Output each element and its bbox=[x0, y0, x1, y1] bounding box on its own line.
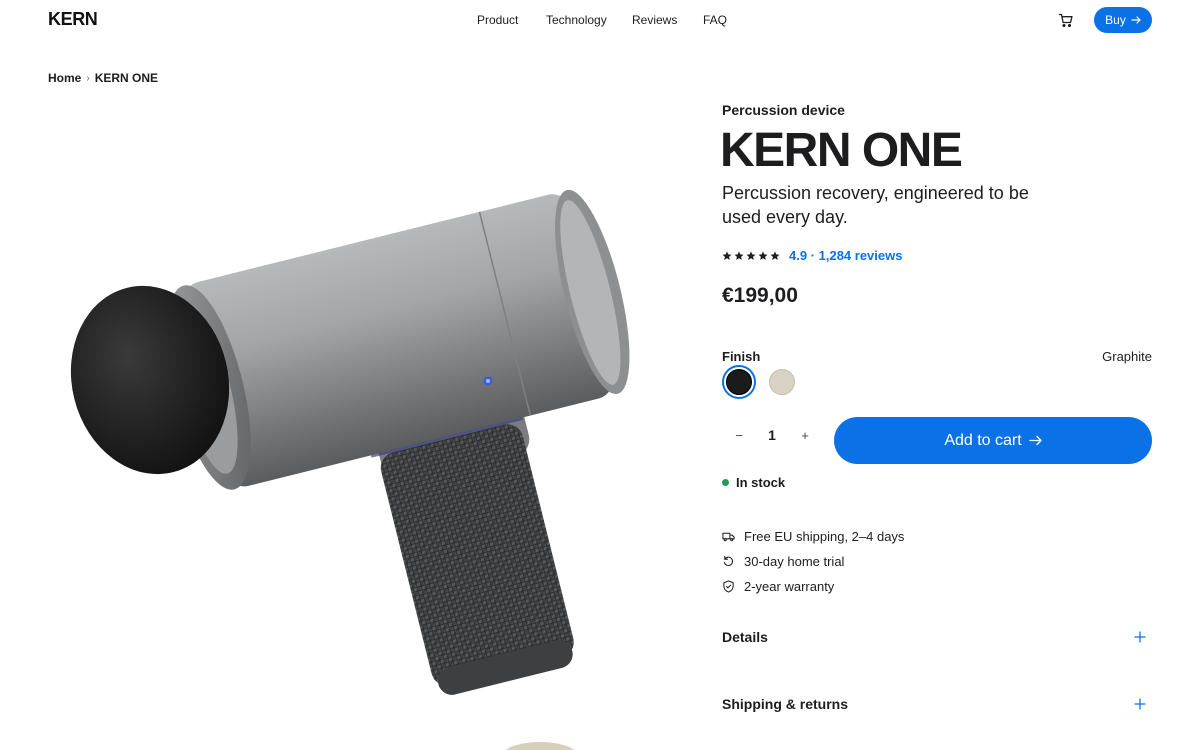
breadcrumb-home[interactable]: Home bbox=[48, 71, 81, 85]
perk-shipping: Free EU shipping, 2–4 days bbox=[722, 529, 904, 544]
accordion-title: Shipping & returns bbox=[722, 696, 848, 712]
product-price: €199,00 bbox=[722, 284, 798, 307]
chevron-right-icon: › bbox=[86, 72, 90, 84]
product-title: KERN ONE bbox=[720, 124, 963, 177]
site-header: KERN Product Technology Reviews FAQ Buy bbox=[0, 0, 1200, 40]
product-eyebrow: Percussion device bbox=[722, 102, 845, 118]
add-to-cart-button[interactable]: Add to cart bbox=[834, 417, 1152, 464]
star-icon bbox=[770, 251, 780, 260]
accordion-details[interactable]: Details bbox=[722, 629, 1152, 645]
perk-trial: 30-day home trial bbox=[722, 554, 844, 569]
swatch-sand[interactable] bbox=[769, 369, 795, 395]
shield-icon bbox=[723, 580, 734, 593]
star-icon bbox=[722, 251, 732, 260]
arrow-right-icon bbox=[1029, 435, 1042, 446]
return-icon bbox=[723, 555, 734, 566]
stock-status: In stock bbox=[722, 475, 785, 490]
buy-button-label: Buy bbox=[1105, 13, 1126, 27]
nav-item-faq[interactable]: FAQ bbox=[703, 13, 727, 27]
nav-item-product[interactable]: Product bbox=[477, 13, 518, 27]
truck-icon bbox=[722, 532, 735, 542]
nav-item-reviews[interactable]: Reviews bbox=[632, 13, 677, 27]
stock-label: In stock bbox=[736, 475, 786, 490]
quantity-stepper: − 1 + bbox=[722, 417, 822, 453]
status-dot bbox=[722, 479, 729, 486]
star-rating bbox=[722, 251, 780, 261]
increase-quantity-button[interactable]: + bbox=[788, 417, 822, 453]
swatch-graphite[interactable] bbox=[722, 365, 756, 399]
arrow-right-icon bbox=[1131, 16, 1141, 24]
product-tagline: Percussion recovery, engineered to be us… bbox=[722, 183, 1029, 227]
accordion-title: Details bbox=[722, 629, 768, 645]
buy-button[interactable]: Buy bbox=[1094, 7, 1152, 33]
rating: 4.9 · 1,284 reviews bbox=[722, 248, 902, 263]
logo[interactable]: KERN bbox=[48, 9, 98, 30]
perk-text: Free EU shipping, 2–4 days bbox=[744, 529, 905, 544]
perk-warranty: 2-year warranty bbox=[722, 579, 834, 594]
finish-label: Finish bbox=[722, 349, 761, 364]
breadcrumb-current: KERN ONE bbox=[94, 71, 159, 85]
star-icon bbox=[746, 251, 756, 260]
reviews-link[interactable]: 4.9 · 1,284 reviews bbox=[789, 248, 902, 263]
accordion-shipping-returns[interactable]: Shipping & returns bbox=[722, 696, 1152, 712]
cart-icon[interactable] bbox=[1058, 12, 1074, 28]
decrease-quantity-button[interactable]: − bbox=[722, 417, 756, 453]
finish-selected-value: Graphite bbox=[1102, 349, 1152, 364]
perk-text: 2-year warranty bbox=[744, 579, 835, 594]
plus-icon bbox=[1134, 698, 1146, 710]
plus-icon bbox=[1134, 631, 1146, 643]
nav-item-technology[interactable]: Technology bbox=[546, 13, 607, 27]
perk-text: 30-day home trial bbox=[744, 554, 845, 569]
breadcrumb: Home › KERN ONE bbox=[48, 71, 158, 85]
product-image bbox=[70, 189, 630, 750]
add-to-cart-label: Add to cart bbox=[944, 431, 1022, 449]
quantity-value[interactable]: 1 bbox=[756, 427, 788, 443]
star-icon bbox=[734, 251, 744, 260]
star-icon bbox=[758, 251, 768, 260]
